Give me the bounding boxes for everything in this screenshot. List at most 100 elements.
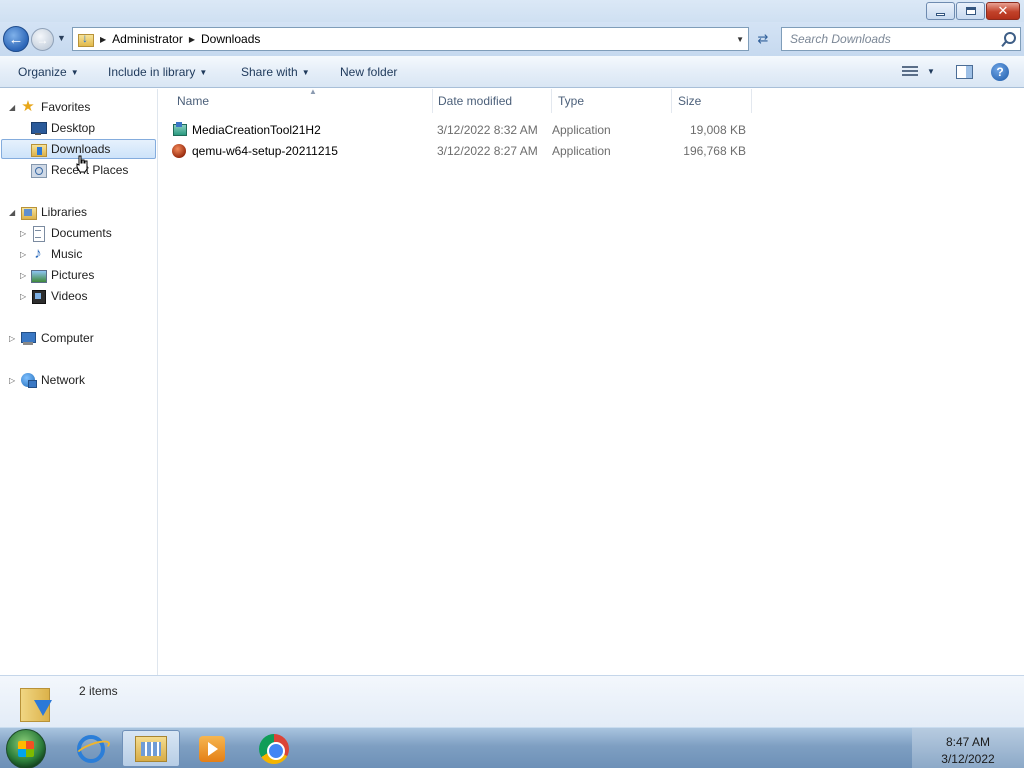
media-player-icon: [199, 735, 225, 762]
title-bar: ✕: [0, 0, 1024, 22]
more-options-dropdown[interactable]: ▼: [927, 67, 935, 76]
star-icon: ★: [21, 98, 35, 115]
videos-icon: [30, 288, 46, 304]
minimize-button[interactable]: [926, 2, 955, 20]
network-icon: [20, 372, 37, 388]
search-box[interactable]: Search Downloads: [781, 27, 1021, 51]
expand-arrow-icon[interactable]: ▷: [20, 271, 26, 280]
sort-ascending-icon: ▲: [309, 87, 317, 96]
close-button[interactable]: ✕: [986, 2, 1020, 20]
nav-desktop-label: Desktop: [51, 121, 96, 135]
file-type: Application: [552, 144, 611, 158]
breadcrumb-separator-icon[interactable]: ▶: [100, 35, 106, 44]
nav-documents-label: Documents: [51, 226, 112, 240]
downloads-folder-icon: [18, 682, 56, 724]
nav-network-label: Network: [41, 373, 86, 387]
nav-music-label: Music: [51, 247, 83, 261]
file-date-modified: 3/12/2022 8:27 AM: [437, 144, 538, 158]
command-bar: Organize ▼ Include in library ▼ Share with…: [0, 56, 1024, 88]
nav-pictures[interactable]: Pictures: [30, 265, 94, 285]
file-name: MediaCreationTool21H2: [192, 123, 321, 137]
include-in-library-button[interactable]: Include in library ▼: [108, 65, 207, 79]
column-header-name[interactable]: Name ▲: [171, 87, 433, 113]
nav-favorites-label: Favorites: [41, 100, 91, 114]
nav-network[interactable]: Network: [20, 370, 85, 390]
restore-icon: [965, 7, 976, 15]
nav-favorites[interactable]: ★ Favorites: [20, 97, 90, 117]
desktop-icon: [30, 120, 47, 136]
windows-explorer-icon: [135, 735, 167, 762]
collapse-arrow-icon[interactable]: ◢: [9, 208, 15, 217]
minimize-icon: [936, 12, 945, 16]
chevron-down-icon: ▼: [199, 68, 208, 77]
taskbar-internet-explorer[interactable]: [62, 730, 120, 767]
preview-pane-icon[interactable]: [956, 65, 973, 79]
share-with-label: Share with: [241, 65, 298, 79]
pictures-icon: [30, 267, 47, 283]
search-input[interactable]: Search Downloads: [790, 32, 1000, 46]
nav-music[interactable]: ♪ Music: [30, 244, 82, 264]
include-in-library-label: Include in library: [108, 65, 196, 79]
expand-arrow-icon[interactable]: ▷: [9, 334, 15, 343]
start-button[interactable]: [6, 729, 46, 768]
recent-pages-dropdown[interactable]: ▼: [57, 33, 66, 43]
qemu-installer-icon: [171, 143, 187, 159]
help-icon[interactable]: ?: [991, 63, 1009, 81]
breadcrumb-downloads[interactable]: Downloads: [201, 32, 260, 46]
expand-arrow-icon[interactable]: ▷: [20, 250, 26, 259]
taskbar-chrome[interactable]: [245, 730, 303, 767]
downloads-folder-icon: [78, 31, 94, 47]
nav-desktop[interactable]: Desktop: [30, 118, 95, 138]
breadcrumb-administrator[interactable]: Administrator: [112, 32, 183, 46]
file-date-modified: 3/12/2022 8:32 AM: [437, 123, 538, 137]
nav-computer[interactable]: Computer: [20, 328, 94, 348]
nav-documents[interactable]: Documents: [30, 223, 112, 243]
system-clock[interactable]: 8:47 AM 3/12/2022: [912, 728, 1024, 768]
documents-icon: [30, 225, 46, 242]
close-icon: ✕: [997, 3, 1009, 19]
libraries-icon: [20, 204, 37, 220]
refresh-button[interactable]: ⇄: [752, 28, 774, 50]
column-header-size[interactable]: Size: [672, 89, 752, 113]
file-size: 19,008 KB: [689, 123, 746, 137]
taskbar-windows-explorer[interactable]: [122, 730, 180, 767]
address-history-dropdown[interactable]: ▼: [736, 35, 744, 44]
taskbar-media-player[interactable]: [183, 730, 241, 767]
organize-button[interactable]: Organize ▼: [18, 65, 79, 79]
nav-videos-label: Videos: [51, 289, 88, 303]
maximize-button[interactable]: [956, 2, 985, 20]
address-bar[interactable]: ▶ Administrator ▶ Downloads ▼: [72, 27, 749, 51]
back-button[interactable]: ←: [3, 26, 29, 52]
collapse-arrow-icon[interactable]: ◢: [9, 103, 15, 112]
expand-arrow-icon[interactable]: ▷: [20, 292, 26, 301]
internet-explorer-icon: [77, 734, 105, 763]
forward-button[interactable]: →: [31, 28, 54, 51]
nav-libraries[interactable]: Libraries: [20, 202, 87, 222]
nav-recent-places-label: Recent Places: [51, 163, 129, 177]
nav-videos[interactable]: Videos: [30, 286, 87, 306]
expand-arrow-icon[interactable]: ▷: [9, 376, 15, 385]
column-header-date-modified[interactable]: Date modified: [432, 89, 552, 113]
navigation-pane: ◢ ★ Favorites Desktop Downloads Recent P…: [0, 89, 158, 675]
column-header-type-label: Type: [558, 94, 585, 108]
file-size: 196,768 KB: [683, 144, 746, 158]
file-list: Name ▲ Date modified Type Size MediaCrea…: [159, 87, 1024, 675]
change-view-icon[interactable]: [902, 66, 918, 78]
column-header-size-label: Size: [678, 94, 702, 108]
chrome-icon: [259, 733, 289, 764]
clock-date: 3/12/2022: [941, 752, 995, 766]
file-row[interactable]: MediaCreationTool21H2 3/12/2022 8:32 AM …: [171, 120, 756, 140]
share-with-button[interactable]: Share with ▼: [241, 65, 310, 79]
nav-pictures-label: Pictures: [51, 268, 95, 282]
column-header-type[interactable]: Type: [552, 89, 672, 113]
new-folder-button[interactable]: New folder: [340, 65, 397, 79]
downloads-folder-icon: [30, 141, 47, 157]
breadcrumb-separator-icon[interactable]: ▶: [189, 35, 195, 44]
column-header-date-label: Date modified: [438, 94, 513, 108]
search-icon[interactable]: [1000, 31, 1016, 47]
chevron-down-icon: ▼: [70, 68, 79, 77]
expand-arrow-icon[interactable]: ▷: [20, 229, 26, 238]
organize-label: Organize: [18, 65, 67, 79]
file-name: qemu-w64-setup-20211215: [192, 144, 338, 158]
file-row[interactable]: qemu-w64-setup-20211215 3/12/2022 8:27 A…: [171, 141, 756, 161]
